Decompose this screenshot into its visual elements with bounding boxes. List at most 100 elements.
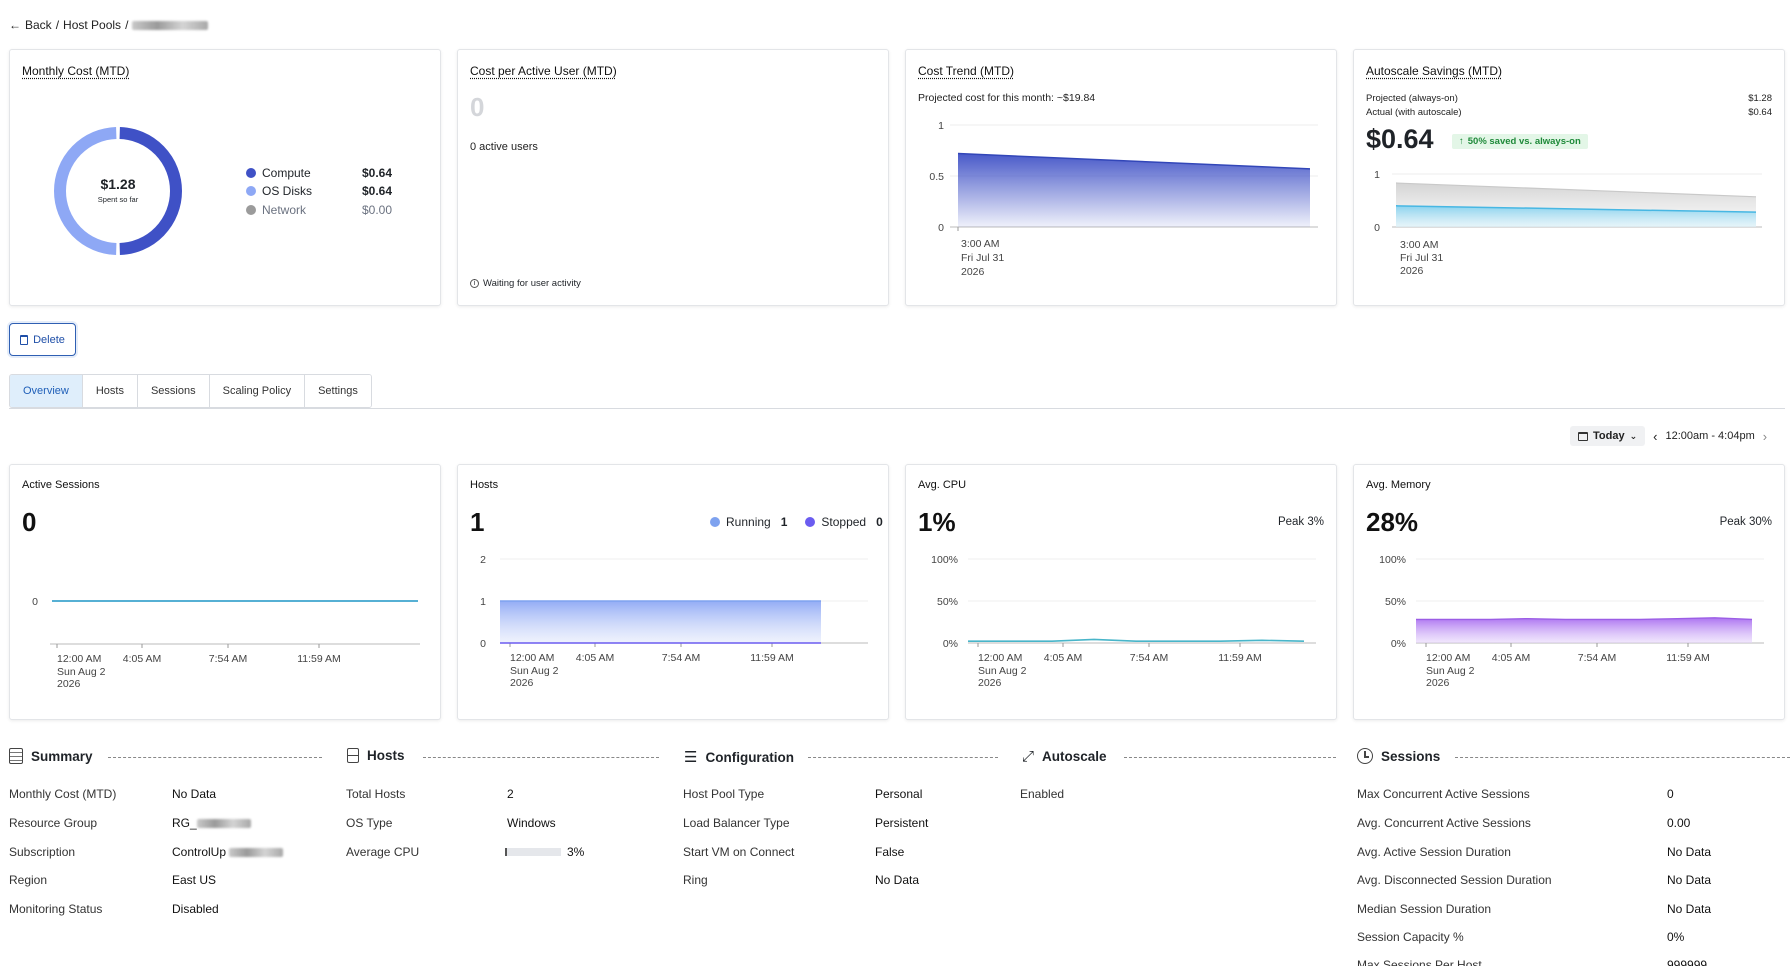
autoscale-divider (1124, 757, 1336, 758)
legend-value: $0.64 (362, 184, 393, 198)
info-icon: i (470, 279, 479, 288)
sessions-value: 0.00 (1667, 816, 1691, 830)
delete-button-label: Delete (33, 333, 65, 346)
y-tick-label: 100% (1379, 554, 1406, 566)
sessions-key: Avg. Active Session Duration (1357, 845, 1511, 859)
x-day-label: Sun Aug 2 (1426, 665, 1475, 677)
sessions-divider (1455, 757, 1790, 758)
date-range-bar: Today ⌄ ‹ 12:00am - 4:04pm › (1570, 426, 1767, 446)
summary-section-header: Summary (9, 748, 93, 764)
chevron-left-icon[interactable]: ‹ (1653, 429, 1657, 444)
sessions-value: 999999 (1667, 958, 1708, 966)
legend-label: OS Disks (262, 184, 313, 198)
summary-value: East US (172, 873, 217, 887)
delete-button[interactable]: Delete (9, 323, 76, 356)
x-tick-label: 12:00 AM (1426, 652, 1470, 664)
x-tick-label: 11:59 AM (1666, 652, 1710, 664)
x-day-label: Sun Aug 2 (57, 666, 106, 678)
configuration-title: Configuration (705, 749, 794, 765)
active-users-count: 0 active users (470, 141, 538, 153)
config-value: False (875, 845, 905, 859)
hosts-card: Hosts 1 Running 1 Stopped 0 2 1 0 12:00 AM 4… (457, 464, 889, 720)
legend-network: Network $0.00 (246, 203, 392, 217)
hosts-section-header: Hosts (347, 748, 405, 763)
config-key: Load Balancer Type (683, 816, 790, 830)
x-day-label: Sun Aug 2 (510, 665, 559, 677)
date-preset-dropdown[interactable]: Today ⌄ (1570, 426, 1646, 446)
cost-per-user-title: Cost per Active User (MTD) (470, 64, 617, 78)
tab-settings[interactable]: Settings (305, 375, 371, 407)
savings-x-time: 3:00 AM (1400, 239, 1439, 251)
x-tick-label: 12:00 AM (978, 652, 1022, 664)
tab-hosts[interactable]: Hosts (82, 375, 138, 407)
x-tick-label: 4:05 AM (123, 653, 162, 665)
y-tick-label: 0% (1391, 638, 1406, 650)
config-key: Ring (683, 873, 708, 887)
legend-label: Network (262, 203, 307, 217)
compute-dot-icon (246, 168, 256, 178)
os-disks-dot-icon (246, 186, 256, 196)
active-sessions-chart: 0 12:00 AM 4:05 AM 7:54 AM 11:59 AM Sun Aug 2… (32, 596, 420, 690)
autoscale-title: Autoscale (1042, 749, 1107, 764)
summary-key: Resource Group (9, 816, 98, 830)
summary-key: Region (9, 873, 48, 887)
breadcrumb: ← Back / Host Pools / (9, 18, 209, 32)
config-key: Start VM on Connect (683, 845, 795, 859)
x-year-label: 2026 (1426, 677, 1450, 689)
autoscale-section-header: ⤢ Autoscale (1022, 748, 1107, 765)
y-tick-label: 100% (931, 554, 958, 566)
legend-os-disks: OS Disks $0.64 (246, 184, 392, 198)
y-tick-label: 50% (937, 596, 958, 608)
breadcrumb-separator: / (55, 18, 60, 32)
legend-value: $0.64 (362, 166, 393, 180)
y-tick-label: 2 (480, 554, 486, 566)
tab-bar: Overview Hosts Sessions Scaling Policy S… (9, 374, 372, 408)
avg-memory-card: Avg. Memory 28% Peak 30% 100% 50% 0% 12:00 … (1353, 464, 1785, 720)
legend-label: Compute (262, 166, 311, 180)
hosts-value: 2 (507, 787, 514, 801)
x-tick-label: 12:00 AM (57, 653, 101, 665)
breadcrumb-separator: / (125, 18, 129, 32)
x-tick-label: 4:05 AM (1492, 652, 1531, 664)
x-year-label: 2026 (510, 677, 534, 689)
x-tick-label: 11:59 AM (297, 653, 341, 665)
donut-total: $1.28 (100, 176, 136, 192)
tab-scaling-policy[interactable]: Scaling Policy (209, 375, 306, 407)
tab-sessions[interactable]: Sessions (137, 375, 210, 407)
hosts-running-area (500, 601, 821, 643)
waiting-note: i Waiting for user activity (470, 278, 581, 289)
x-tick-label: 7:54 AM (1130, 652, 1169, 664)
legend-compute: Compute $0.64 (246, 166, 392, 180)
date-preset-label: Today (1593, 430, 1625, 442)
subscription-prefix: ControlUp (172, 845, 227, 859)
x-tick-label: 7:54 AM (209, 653, 248, 665)
monthly-cost-card: Monthly Cost (MTD) $1.28 Spent so far Co… (9, 49, 441, 306)
tab-divider (9, 408, 1785, 409)
subscription-redacted (229, 848, 284, 858)
sliders-icon: ☰ (684, 749, 698, 766)
back-link[interactable]: Back (25, 18, 52, 32)
x-tick-label: 11:59 AM (750, 652, 794, 664)
config-value: Persistent (875, 816, 929, 830)
x-tick-label: 7:54 AM (1578, 652, 1617, 664)
config-value: No Data (875, 873, 920, 887)
tab-overview[interactable]: Overview (10, 375, 83, 407)
back-arrow-icon[interactable]: ← (9, 18, 21, 32)
hosts-section-title: Hosts (367, 748, 405, 763)
y-tick-label: 0 (32, 596, 38, 608)
average-cpu-bar-fill (505, 848, 507, 856)
y-tick-label: 1 (480, 596, 486, 608)
hosts-key: Total Hosts (346, 787, 406, 801)
configuration-divider (808, 757, 998, 758)
chevron-down-icon: ⌄ (1629, 430, 1638, 441)
host-pools-link[interactable]: Host Pools (63, 18, 121, 32)
sessions-key: Avg. Disconnected Session Duration (1357, 873, 1552, 887)
sessions-key: Max Sessions Per Host (1357, 958, 1482, 966)
savings-x-day: Fri Jul 31 (1400, 252, 1444, 264)
x-tick-label: 4:05 AM (1044, 652, 1083, 664)
sessions-section-header: Sessions (1357, 748, 1440, 764)
network-dot-icon (246, 205, 256, 215)
server-icon (347, 748, 359, 763)
chevron-right-icon[interactable]: › (1763, 429, 1767, 444)
resource-group-value: RG_ (172, 816, 251, 830)
